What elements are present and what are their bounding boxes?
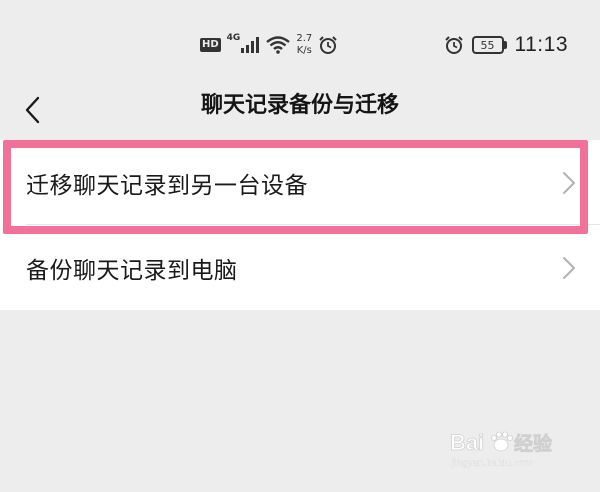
clock: 11:13: [514, 33, 568, 56]
battery-tip: [503, 41, 507, 49]
list-item-backup-to-computer[interactable]: 备份聊天记录到电脑: [0, 225, 600, 310]
battery-icon: 55: [471, 36, 507, 54]
network-speed-value: 2.7: [296, 33, 313, 44]
battery-level: 55: [471, 36, 504, 54]
svg-text:jingyan.baidu.com: jingyan.baidu.com: [451, 458, 533, 469]
network-type-label: 4G: [226, 33, 241, 43]
hd-icon: HD: [200, 38, 221, 52]
signal-icon: [241, 37, 260, 53]
status-bar-left: HD 4G 2.7 K/s: [200, 30, 338, 60]
status-bar-right: 55 11:13: [444, 30, 569, 60]
network-speed-unit: K/s: [296, 45, 312, 56]
wifi-icon: [266, 36, 291, 54]
svg-text:Bai: Bai: [450, 430, 484, 455]
nav-bar: 聊天记录备份与迁移: [0, 84, 600, 136]
page-title: 聊天记录备份与迁移: [200, 93, 399, 118]
list-item-label: 迁移聊天记录到另一台设备: [26, 172, 308, 199]
chevron-right-icon: [563, 256, 575, 279]
alarm-icon: [444, 36, 463, 54]
list-item-migrate-chat-history[interactable]: 迁移聊天记录到另一台设备: [0, 140, 600, 225]
svg-text:经验: 经验: [514, 432, 553, 455]
list-item-label: 备份聊天记录到电脑: [26, 257, 238, 284]
status-bar: HD 4G 2.7 K/s 55 11:13: [0, 0, 600, 84]
chevron-right-icon: [563, 171, 575, 194]
baidu-jingyan-watermark-logo: Bai 经验 jingyan.baidu.com: [450, 430, 553, 470]
network-speed: 2.7 K/s: [296, 33, 312, 57]
alarm-icon: [319, 36, 337, 54]
settings-list: 迁移聊天记录到另一台设备 备份聊天记录到电脑: [0, 140, 600, 310]
